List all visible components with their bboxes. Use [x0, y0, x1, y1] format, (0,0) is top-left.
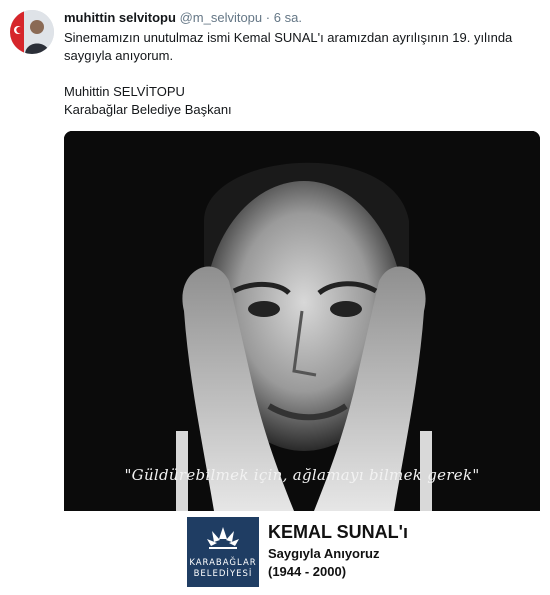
avatar[interactable] — [10, 10, 54, 54]
logo-text: KARABAĞLAR BELEDİYESİ — [187, 558, 259, 580]
tweet[interactable]: muhittin selvitopu @m_selvitopu · 6 sa. … — [0, 0, 550, 595]
tweet-text-line: saygıyla anıyorum. — [64, 48, 174, 63]
logo-line: BELEDİYESİ — [193, 569, 253, 579]
display-name[interactable]: muhittin selvitopu — [64, 10, 176, 25]
tweet-media-image[interactable]: "Güldürebilmek için, ağlamayı bilmek ger… — [64, 131, 540, 591]
logo-emblem-icon — [207, 527, 239, 549]
portrait-photo — [64, 131, 540, 511]
municipality-logo: KARABAĞLAR BELEDİYESİ — [187, 517, 259, 587]
memorial-card: KARABAĞLAR BELEDİYESİ KEMAL SUNAL'ı Sayg… — [64, 511, 540, 591]
card-title: KEMAL SUNAL'ı — [268, 522, 408, 542]
card-subtitle: Saygıyla Anıyoruz — [268, 546, 380, 561]
quote-text: "Güldürebilmek için, ağlamayı bilmek ger… — [124, 466, 480, 484]
card-years: (1944 - 2000) — [268, 564, 347, 579]
tweet-text: Sinemamızın unutulmaz ismi Kemal SUNAL'ı… — [64, 29, 534, 119]
signature-title: Karabağlar Belediye Başkanı — [64, 102, 232, 117]
separator-dot: · — [265, 10, 271, 25]
timestamp[interactable]: 6 sa. — [274, 10, 302, 25]
signature-name: Muhittin SELVİTOPU — [64, 84, 185, 99]
tweet-header: muhittin selvitopu @m_selvitopu · 6 sa. — [64, 9, 302, 27]
tweet-text-line: Sinemamızın unutulmaz ismi Kemal SUNAL'ı… — [64, 30, 513, 45]
logo-line: KARABAĞLAR — [189, 558, 257, 568]
user-handle[interactable]: @m_selvitopu — [180, 10, 263, 25]
